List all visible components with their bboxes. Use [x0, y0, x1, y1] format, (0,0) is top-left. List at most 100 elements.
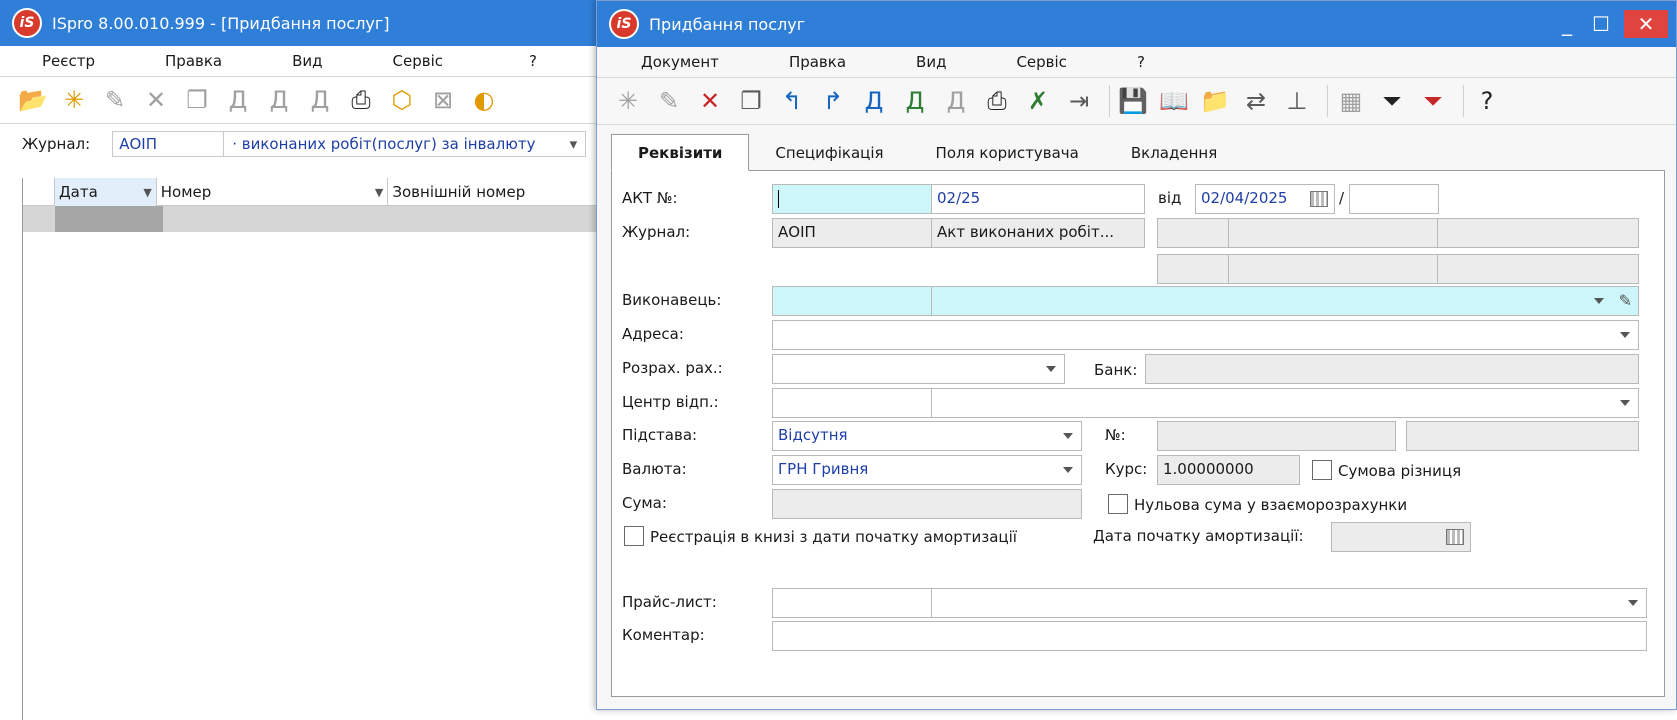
journal-name-select[interactable]: · виконаних робіт(послуг) за інвалюту ▾: [224, 131, 587, 157]
previous-document-icon[interactable]: ↰: [775, 84, 809, 118]
menu-registry[interactable]: Реєстр: [0, 52, 95, 70]
account-select[interactable]: [772, 354, 1065, 384]
tab-user-fields[interactable]: Поля користувача: [910, 136, 1105, 170]
accounting-entry-icon[interactable]: Д: [857, 84, 891, 118]
menu-view[interactable]: Вид: [222, 52, 322, 70]
ispro-logo-icon: iS: [609, 9, 639, 39]
edit-document-icon[interactable]: ✎: [652, 84, 686, 118]
center-code-field[interactable]: [772, 388, 932, 418]
calendar-icon: [1446, 529, 1464, 545]
column-external-number-label: Зовнішній номер: [392, 183, 526, 201]
extra-field-2: [1228, 218, 1438, 248]
accounting-post-icon[interactable]: Д: [262, 83, 296, 117]
column-external-number[interactable]: Зовнішній номер: [388, 178, 600, 206]
pricelist-name-select[interactable]: [931, 588, 1647, 618]
akt-number-field[interactable]: 02/25: [931, 184, 1145, 214]
pricelist-label: Прайс-лист:: [622, 593, 717, 611]
tab-specification[interactable]: Специфікація: [749, 136, 909, 170]
journal-filter-row: Журнал: АОІП · виконаних робіт(послуг) з…: [0, 124, 600, 164]
main-titlebar[interactable]: iS ISpro 8.00.010.999 - [Придбання послу…: [0, 0, 600, 46]
tab-requisites[interactable]: Реквізити: [611, 134, 750, 171]
next-document-icon[interactable]: ↱: [816, 84, 850, 118]
pricelist-code-field[interactable]: [772, 588, 932, 618]
executor-name-select[interactable]: ✎: [931, 286, 1639, 316]
menu-service[interactable]: Сервіс: [323, 52, 443, 70]
column-number[interactable]: Номер ▼: [157, 178, 389, 206]
minimize-icon[interactable]: _: [1550, 10, 1584, 38]
calendar-icon[interactable]: [1310, 191, 1328, 207]
accounting-unpost-icon[interactable]: Д: [303, 83, 337, 117]
copy-document-icon[interactable]: ❐: [180, 83, 214, 117]
comment-label: Коментар:: [622, 626, 705, 644]
executor-code-field[interactable]: [772, 286, 932, 316]
extra-field-6: [1437, 254, 1639, 284]
delete-document-icon[interactable]: ✕: [693, 84, 727, 118]
external-number-field[interactable]: [1349, 184, 1439, 214]
menu-document[interactable]: Документ: [597, 53, 719, 71]
save-icon[interactable]: 💾: [1116, 84, 1150, 118]
hierarchy-icon[interactable]: ⊥: [1280, 84, 1314, 118]
comment-field[interactable]: [772, 621, 1647, 651]
exit-icon[interactable]: ⇥: [1062, 84, 1096, 118]
dialog-titlebar[interactable]: iS Придбання послуг _ ☐ ✕: [597, 1, 1676, 47]
journal-code-field[interactable]: АОІП: [112, 131, 225, 157]
book-icon[interactable]: 📖: [1157, 84, 1191, 118]
date-from-label: від: [1158, 189, 1182, 207]
accounting-post-icon[interactable]: Д: [898, 84, 932, 118]
address-select[interactable]: [772, 320, 1639, 350]
bank-field: [1145, 354, 1639, 384]
zero-sum-checkbox[interactable]: [1108, 494, 1128, 514]
extra-tool-icon[interactable]: ◐: [467, 83, 501, 117]
grid-row-indicator-header: [23, 178, 55, 206]
accounting-entry-icon[interactable]: Д: [221, 83, 255, 117]
filter-icon[interactable]: ⏷: [1375, 84, 1409, 118]
menu-help[interactable]: ?: [1067, 53, 1145, 71]
basis-number-label: №:: [1105, 426, 1126, 444]
copy-document-icon[interactable]: ❐: [734, 84, 768, 118]
toolbar-separator: [1327, 85, 1328, 117]
tab-attachments[interactable]: Вкладення: [1105, 136, 1243, 170]
menu-edit[interactable]: Правка: [719, 53, 846, 71]
new-document-icon[interactable]: ✳: [57, 83, 91, 117]
currency-value: ГРН Гривня: [778, 460, 869, 478]
export-excel-icon[interactable]: ✗: [1021, 84, 1055, 118]
export-excel-icon[interactable]: ⊠: [426, 83, 460, 117]
column-date-label: Дата: [58, 183, 98, 201]
menu-help[interactable]: ?: [443, 52, 537, 70]
basis-date-field: [1406, 421, 1639, 451]
menu-view[interactable]: Вид: [846, 53, 946, 71]
table-row[interactable]: [23, 206, 600, 232]
currency-select[interactable]: ГРН Гривня: [772, 455, 1082, 485]
basis-value: Відсутня: [778, 426, 848, 444]
column-date[interactable]: Дата ▼: [54, 178, 157, 206]
help-icon[interactable]: ?: [1470, 84, 1504, 118]
print-icon[interactable]: ⎙: [980, 84, 1014, 118]
pencil-icon[interactable]: ✎: [1619, 291, 1632, 310]
purchase-services-dialog: iS Придбання послуг _ ☐ ✕ Документ Правк…: [596, 0, 1677, 710]
maximize-icon[interactable]: ☐: [1584, 10, 1618, 38]
open-folder-icon[interactable]: 📂: [16, 83, 50, 117]
basis-select[interactable]: Відсутня: [772, 421, 1082, 451]
selected-cell[interactable]: [55, 206, 163, 232]
akt-prefix-field[interactable]: [772, 184, 932, 214]
package-icon[interactable]: ⬡: [385, 83, 419, 117]
delete-document-icon[interactable]: ✕: [139, 83, 173, 117]
folder-icon[interactable]: 📁: [1198, 84, 1232, 118]
toolbar-separator: [1463, 85, 1464, 117]
close-icon[interactable]: ✕: [1624, 10, 1668, 38]
grid-icon[interactable]: ▦: [1334, 84, 1368, 118]
registration-checkbox[interactable]: [624, 526, 644, 546]
chevron-down-icon: [1594, 298, 1604, 304]
edit-document-icon[interactable]: ✎: [98, 83, 132, 117]
document-date-field[interactable]: 02/04/2025: [1195, 184, 1335, 214]
chevron-down-icon: [1046, 366, 1056, 372]
clear-filter-icon[interactable]: ⏷: [1416, 84, 1450, 118]
center-name-select[interactable]: [931, 388, 1639, 418]
new-document-icon[interactable]: ✳: [611, 84, 645, 118]
accounting-unpost-icon[interactable]: Д: [939, 84, 973, 118]
link-document-icon[interactable]: ⇄: [1239, 84, 1273, 118]
menu-service[interactable]: Сервіс: [946, 53, 1066, 71]
menu-edit[interactable]: Правка: [95, 52, 222, 70]
sum-difference-checkbox[interactable]: [1312, 460, 1332, 480]
print-icon[interactable]: ⎙: [344, 83, 378, 117]
